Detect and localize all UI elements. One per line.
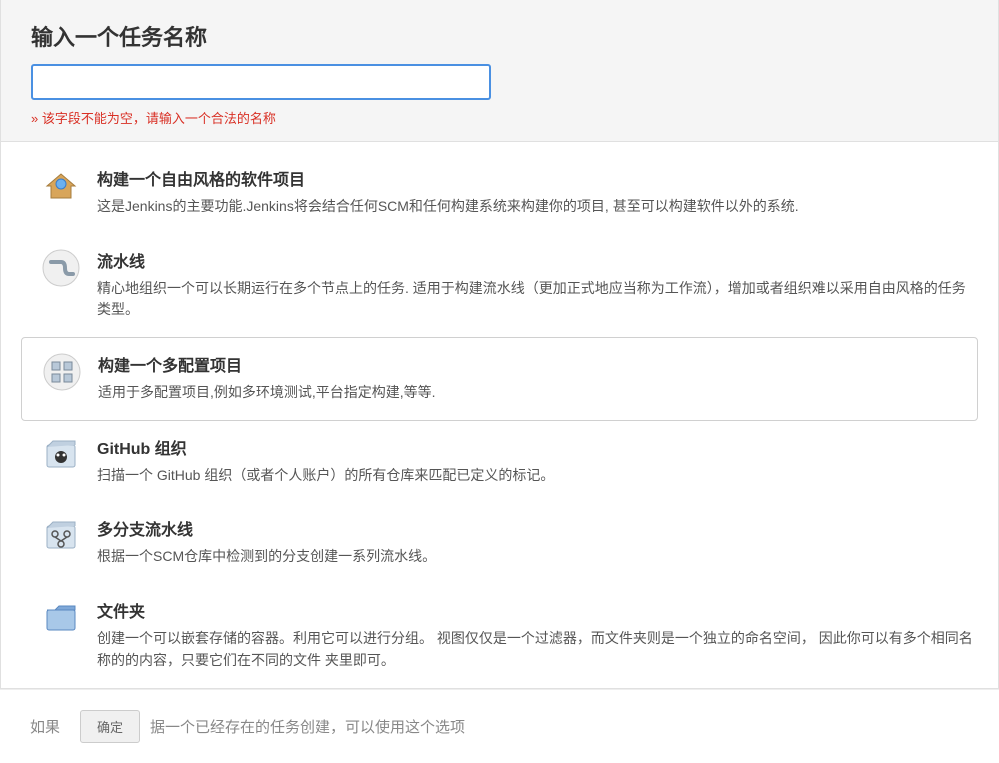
footer-text: 据一个已经存在的任务创建，可以使用这个选项 [150, 716, 465, 737]
ok-button[interactable]: 确定 [80, 710, 140, 743]
item-folder[interactable]: 文件夹 创建一个可以嵌套存储的容器。利用它可以进行分组。 视图仅仅是一个过滤器，… [1, 584, 998, 687]
item-title: 多分支流水线 [97, 516, 978, 540]
multibranch-icon [41, 516, 81, 556]
item-type-list: 构建一个自由风格的软件项目 这是Jenkins的主要功能.Jenkins将会结合… [0, 142, 999, 689]
item-github-org[interactable]: GitHub 组织 扫描一个 GitHub 组织（或者个人账户）的所有仓库来匹配… [1, 421, 998, 503]
pipeline-icon [41, 248, 81, 288]
error-message: » 该字段不能为空，请输入一个合法的名称 [31, 108, 968, 127]
item-desc: 精心地组织一个可以长期运行在多个节点上的任务. 适用于构建流水线（更加正式地应当… [97, 278, 978, 321]
item-title: 文件夹 [97, 598, 978, 622]
item-pipeline[interactable]: 流水线 精心地组织一个可以长期运行在多个节点上的任务. 适用于构建流水线（更加正… [1, 234, 998, 337]
item-desc: 这是Jenkins的主要功能.Jenkins将会结合任何SCM和任何构建系统来构… [97, 196, 978, 218]
item-desc: 根据一个SCM仓库中检测到的分支创建一系列流水线。 [97, 546, 978, 568]
item-multiconfig[interactable]: 构建一个多配置项目 适用于多配置项目,例如多环境测试,平台指定构建,等等. [21, 337, 978, 421]
item-freestyle[interactable]: 构建一个自由风格的软件项目 这是Jenkins的主要功能.Jenkins将会结合… [1, 152, 998, 234]
item-title: 构建一个多配置项目 [98, 352, 969, 376]
job-name-input[interactable] [31, 64, 491, 100]
item-title: 构建一个自由风格的软件项目 [97, 166, 978, 190]
item-desc: 扫描一个 GitHub 组织（或者个人账户）的所有仓库来匹配已定义的标记。 [97, 465, 978, 487]
item-desc: 适用于多配置项目,例如多环境测试,平台指定构建,等等. [98, 382, 969, 404]
github-icon [41, 435, 81, 475]
page-title: 输入一个任务名称 [31, 20, 968, 52]
item-title: GitHub 组织 [97, 435, 978, 459]
footer-section: 如果 确定 据一个已经存在的任务创建，可以使用这个选项 [0, 689, 999, 763]
multiconfig-icon [42, 352, 82, 392]
footer-prefix: 如果 [30, 716, 60, 737]
header-section: 输入一个任务名称 » 该字段不能为空，请输入一个合法的名称 [0, 0, 999, 142]
item-multibranch[interactable]: 多分支流水线 根据一个SCM仓库中检测到的分支创建一系列流水线。 [1, 502, 998, 584]
freestyle-icon [41, 166, 81, 206]
folder-icon [41, 598, 81, 638]
item-title: 流水线 [97, 248, 978, 272]
item-desc: 创建一个可以嵌套存储的容器。利用它可以进行分组。 视图仅仅是一个过滤器，而文件夹… [97, 628, 978, 671]
